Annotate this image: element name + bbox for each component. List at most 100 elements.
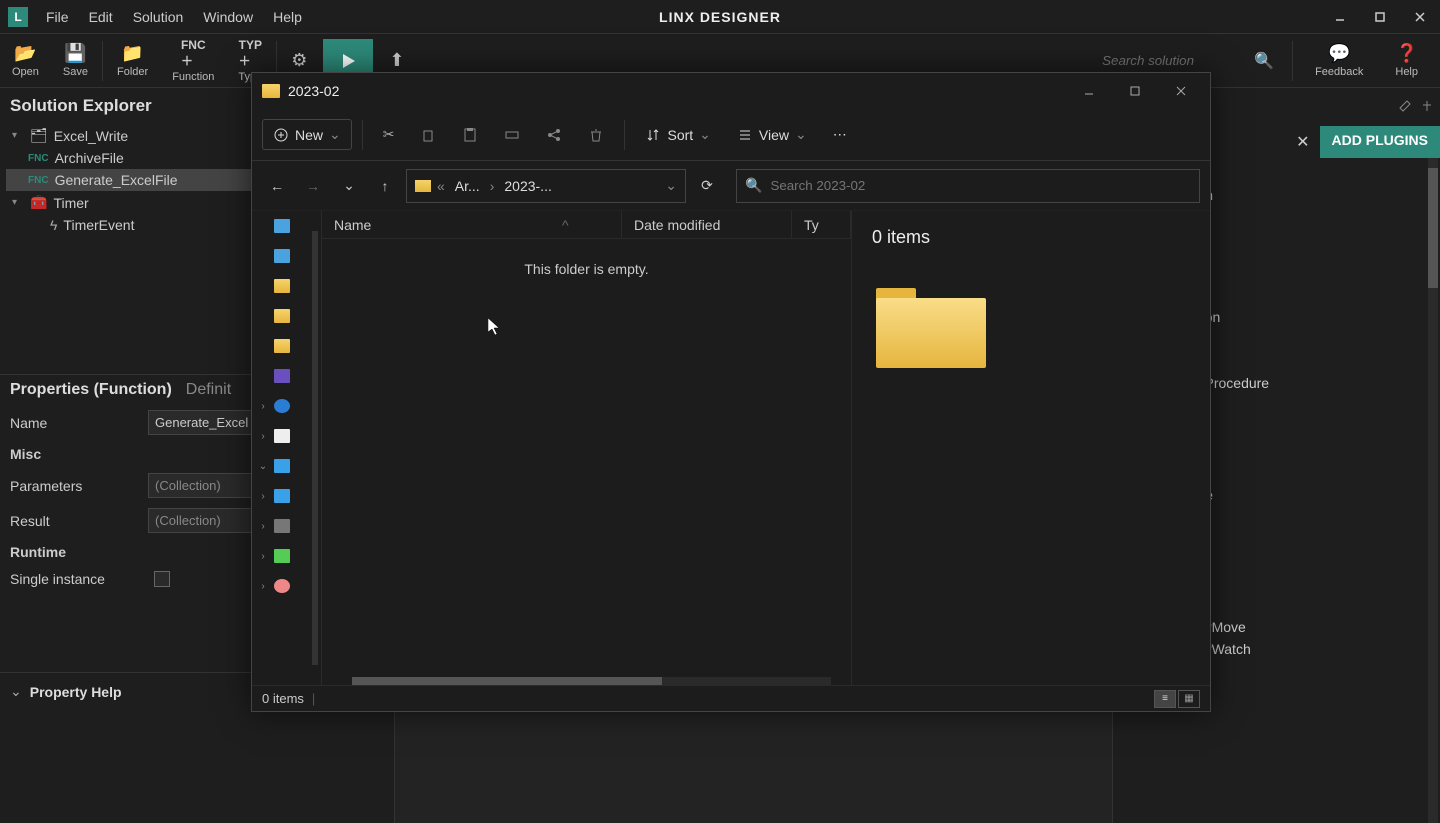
restore-icon[interactable] — [1398, 99, 1414, 115]
menu-file[interactable]: File — [36, 0, 79, 33]
address-bar[interactable]: « Ar... › 2023-... ⌄ — [406, 169, 686, 203]
menu-solution[interactable]: Solution — [123, 0, 194, 33]
project-icon: 🗂 — [30, 127, 48, 144]
search-icon[interactable]: 🔍 — [1246, 51, 1282, 71]
cut-button[interactable]: ✂ — [373, 120, 405, 149]
nav-up[interactable]: ↑ — [370, 171, 400, 201]
nav-forward[interactable]: → — [298, 171, 328, 201]
feedback-button[interactable]: 💬Feedback — [1303, 39, 1375, 82]
plus-circle-icon — [273, 127, 289, 143]
tab-definition[interactable]: Definit — [186, 381, 231, 399]
folder-icon — [415, 180, 431, 192]
toolbar-sep — [102, 41, 103, 81]
fe-preview-pane: 0 items — [852, 211, 1210, 685]
side-item[interactable]: ⌄ — [252, 457, 321, 475]
refresh-button[interactable]: ⟳ — [692, 171, 722, 201]
save-button[interactable]: 💾Save — [51, 39, 100, 82]
nav-back[interactable]: ← — [262, 171, 292, 201]
more-button[interactable]: ⋯ — [823, 120, 857, 149]
nav-recent[interactable]: ⌄ — [334, 171, 364, 201]
plugins-close-button[interactable]: ✕ — [1286, 126, 1319, 158]
cut-icon: ✂ — [383, 126, 395, 143]
chevron-down-icon[interactable]: ▾ — [12, 197, 24, 208]
copy-button[interactable] — [410, 121, 446, 149]
col-name[interactable]: Name^ — [322, 211, 622, 238]
sidebar-scrollbar[interactable] — [312, 231, 318, 665]
side-item[interactable]: › — [252, 577, 321, 595]
fe-file-list: Name^ Date modified Ty This folder is em… — [322, 211, 852, 685]
fe-close-button[interactable] — [1162, 77, 1200, 105]
fe-search-input[interactable] — [770, 178, 1191, 193]
share-button[interactable] — [536, 121, 572, 149]
side-item[interactable] — [252, 367, 321, 385]
crumb-2[interactable]: 2023-... — [500, 178, 555, 194]
scrollbar-thumb[interactable] — [1428, 168, 1438, 288]
pin-icon[interactable] — [1420, 99, 1436, 115]
fe-titlebar[interactable]: 2023-02 — [252, 73, 1210, 109]
folder-button[interactable]: 📁Folder — [105, 39, 160, 82]
upload-button[interactable]: ⬆ — [377, 46, 416, 75]
single-instance-checkbox[interactable] — [154, 571, 170, 587]
chevron-down-icon[interactable]: ▾ — [12, 130, 24, 141]
side-item[interactable]: › — [252, 487, 321, 505]
chevron-down-icon: ⌄ — [10, 683, 22, 700]
side-item[interactable]: › — [252, 427, 321, 445]
col-type[interactable]: Ty — [792, 211, 851, 238]
help-button[interactable]: ❓Help — [1383, 39, 1430, 82]
add-plugins-button[interactable]: ADD PLUGINS — [1320, 126, 1440, 158]
property-help-label: Property Help — [30, 684, 122, 700]
tab-properties[interactable]: Properties (Function) — [10, 381, 172, 399]
side-item[interactable] — [252, 217, 321, 235]
folder-icon — [262, 84, 280, 98]
side-icon — [274, 489, 290, 503]
minimize-button[interactable] — [1320, 2, 1360, 32]
sort-indicator-icon: ^ — [562, 217, 569, 233]
tree-label: ArchiveFile — [55, 150, 124, 166]
app-title: LINX DESIGNER — [659, 9, 781, 25]
close-button[interactable] — [1400, 2, 1440, 32]
open-button[interactable]: 📂Open — [0, 39, 51, 82]
fe-minimize-button[interactable] — [1070, 77, 1108, 105]
fe-new-button[interactable]: New ⌄ — [262, 119, 352, 150]
side-item[interactable] — [252, 277, 321, 295]
drive-icon — [274, 519, 290, 533]
fe-search-box[interactable]: 🔍 — [736, 169, 1200, 203]
side-item[interactable] — [252, 307, 321, 325]
paste-button[interactable] — [452, 121, 488, 149]
h-scrollbar-thumb[interactable] — [352, 677, 662, 685]
sort-button[interactable]: Sort⌄ — [635, 120, 720, 149]
side-item[interactable]: › — [252, 517, 321, 535]
menu-edit[interactable]: Edit — [79, 0, 123, 33]
menu-window[interactable]: Window — [193, 0, 263, 33]
view-details-button[interactable]: ≡ — [1154, 690, 1176, 708]
side-item[interactable] — [252, 337, 321, 355]
search-solution-input[interactable] — [1098, 49, 1238, 72]
monitor-icon — [274, 459, 290, 473]
crumb-1[interactable]: Ar... — [451, 178, 484, 194]
col-date[interactable]: Date modified — [622, 211, 792, 238]
maximize-button[interactable] — [1360, 2, 1400, 32]
settings-button[interactable]: ⚙ — [279, 46, 319, 75]
menu-help[interactable]: Help — [263, 0, 312, 33]
view-icon — [737, 127, 753, 143]
fe-maximize-button[interactable] — [1116, 77, 1154, 105]
view-button[interactable]: View⌄ — [727, 120, 817, 149]
prop-single-instance-label: Single instance — [10, 571, 140, 587]
tree-label: Excel_Write — [54, 128, 128, 144]
preview-count: 0 items — [872, 227, 1190, 248]
view-tiles-button[interactable]: ▦ — [1178, 690, 1200, 708]
rename-button[interactable] — [494, 121, 530, 149]
delete-button[interactable] — [578, 121, 614, 149]
side-icon — [274, 219, 290, 233]
trash-icon — [588, 127, 604, 143]
onedrive-icon — [274, 399, 290, 413]
side-item[interactable]: › — [252, 547, 321, 565]
side-item[interactable]: › — [252, 397, 321, 415]
function-button[interactable]: FNC＋Function — [160, 34, 226, 87]
search-icon: 🔍 — [745, 177, 762, 194]
fnc-badge: FNC — [28, 153, 49, 164]
menubar: L File Edit Solution Window Help LINX DE… — [0, 0, 1440, 34]
side-item[interactable] — [252, 247, 321, 265]
tree-label: TimerEvent — [63, 217, 134, 233]
chevron-down-icon[interactable]: ⌄ — [665, 177, 677, 194]
